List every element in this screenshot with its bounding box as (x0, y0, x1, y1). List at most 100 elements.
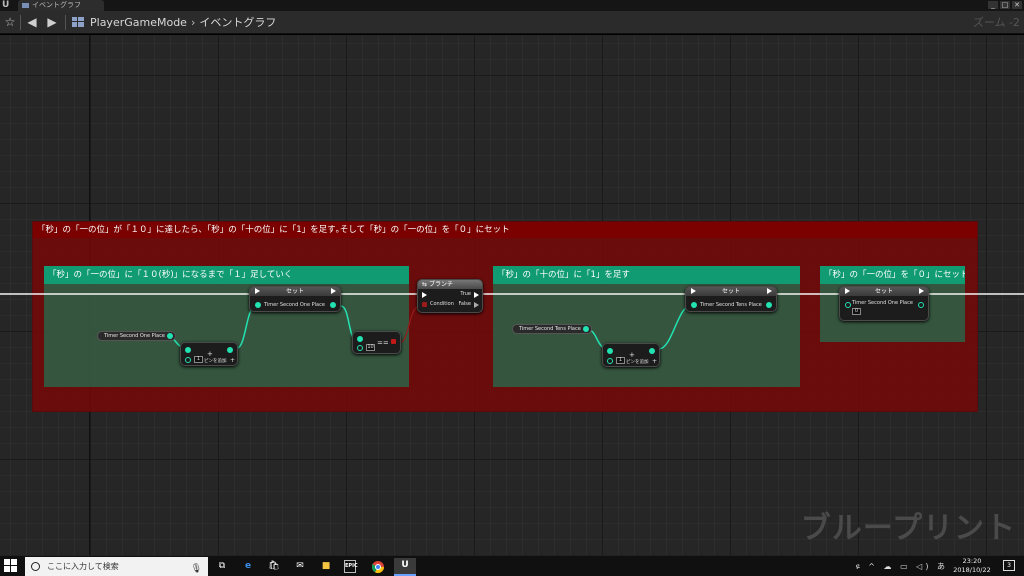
add-pin-label[interactable]: ピンを追加 (204, 358, 227, 364)
set-node-reset-one-place[interactable]: セット Timer Second One Place 0 (839, 286, 929, 321)
clock-date: 2018/10/22 (953, 566, 991, 574)
set-node-second-one-place[interactable]: セット Timer Second One Place (249, 286, 341, 312)
breadcrumb-current[interactable]: イベントグラフ (199, 16, 276, 29)
add-value-box[interactable]: 1 (194, 356, 203, 363)
false-pin-label: False (458, 301, 471, 307)
condition-pin[interactable] (422, 302, 427, 307)
clock-time: 23:20 (962, 557, 982, 565)
exec-out-pin[interactable] (331, 288, 336, 294)
exec-in-pin[interactable] (422, 292, 427, 298)
bool-output-pin[interactable] (391, 339, 396, 344)
add-plus-icon: + (207, 350, 213, 358)
equal-operator-label: == (377, 339, 389, 347)
blueprint-watermark: ブループリント (800, 511, 1016, 546)
comment-title: 「秒」の「一の位」を「０」にセット (820, 266, 965, 284)
system-tray-icons[interactable]: ዩ ^ ☁ ▭ ◁) あ (856, 559, 948, 574)
input-pin-a[interactable] (607, 348, 613, 354)
taskbar-search-box[interactable]: ここに入力して検索 🎙 (25, 557, 208, 576)
set-value-box[interactable]: 0 (852, 308, 861, 315)
task-view-icon[interactable]: ⧉ (214, 559, 230, 574)
unreal-logo-icon: U (2, 0, 10, 10)
output-pin[interactable] (227, 347, 233, 353)
comment-title: 「秒」の「十の位」に「1」を足す (493, 266, 800, 284)
input-pin-b[interactable] (185, 357, 191, 363)
variable-label: Timer Second Tens Place (519, 326, 581, 332)
output-pin[interactable] (766, 302, 772, 308)
add-value-box[interactable]: 1 (616, 357, 625, 364)
epic-games-icon[interactable]: EPIC (344, 560, 358, 573)
input-pin-a[interactable] (185, 347, 191, 353)
comment-box-increment[interactable]: 「秒」の「一の位」に「１０(秒)」になるまで「１」足していく (44, 266, 409, 387)
exec-in-pin[interactable] (255, 288, 260, 294)
notification-center-icon[interactable]: 3 (1003, 560, 1015, 571)
add-pin-plus-icon[interactable]: + (230, 357, 235, 364)
true-exec-pin[interactable] (474, 292, 479, 298)
cortana-circle-icon (31, 562, 40, 571)
forward-arrow-icon[interactable]: ▶ (44, 14, 60, 31)
edge-browser-icon[interactable]: e (240, 559, 256, 574)
get-node-second-one-place[interactable]: Timer Second One Place (97, 331, 176, 341)
output-pin[interactable] (166, 333, 173, 339)
input-pin-a[interactable] (357, 336, 363, 342)
exec-out-pin[interactable] (919, 288, 924, 294)
set-node-second-tens-place[interactable]: セット Timer Second Tens Place (685, 286, 777, 312)
windows-taskbar: ここに入力して検索 🎙 ⧉ e 🛍 ✉ ■ EPIC U ዩ ^ ☁ ▭ ◁) … (0, 555, 1024, 576)
set-variable-label: Timer Second One Place (264, 302, 325, 308)
back-arrow-icon[interactable]: ◀ (24, 14, 40, 31)
condition-pin-label: Condition (430, 301, 454, 307)
file-explorer-folder-icon[interactable]: ■ (318, 559, 334, 574)
input-pin[interactable] (691, 302, 697, 308)
exec-in-pin[interactable] (845, 288, 850, 294)
node-title: セット (840, 287, 928, 296)
add-node-1[interactable]: 1 + ピンを追加 + (180, 342, 238, 366)
compare-value-box[interactable]: 10 (366, 344, 375, 351)
set-variable-label: Timer Second Tens Place (700, 302, 762, 308)
add-node-2[interactable]: 1 + ピンを追加 + (602, 343, 660, 367)
branch-node[interactable]: ⇆ ブランチ True Condition False (417, 279, 483, 313)
maximize-button[interactable]: □ (1000, 1, 1010, 9)
search-placeholder: ここに入力して検索 (47, 562, 119, 571)
close-button[interactable]: ✕ (1012, 1, 1022, 9)
input-pin[interactable] (845, 302, 851, 308)
tab-label: イベントグラフ (32, 1, 81, 9)
taskbar-clock[interactable]: 23:20 2018/10/22 (950, 557, 994, 575)
add-pin-label[interactable]: ピンを追加 (626, 359, 649, 365)
get-node-second-tens-place[interactable]: Timer Second Tens Place (512, 324, 592, 334)
tab-event-graph[interactable]: イベントグラフ (18, 0, 104, 11)
input-pin[interactable] (255, 302, 261, 308)
favorite-star-icon[interactable]: ☆ (2, 14, 18, 31)
breadcrumb: PlayerGameMode › イベントグラフ (90, 15, 276, 30)
blueprint-graph-icon (72, 17, 84, 27)
false-exec-pin[interactable] (474, 302, 479, 308)
microphone-icon[interactable]: 🎙 (191, 560, 202, 576)
set-variable-label: Timer Second One Place (852, 300, 913, 306)
chevron-right-icon: › (190, 16, 196, 29)
comment-title: 「秒」の「一の位」に「１０(秒)」になるまで「１」足していく (44, 266, 409, 284)
input-pin-b[interactable] (357, 345, 363, 351)
output-pin[interactable] (330, 302, 336, 308)
start-windows-icon[interactable] (4, 559, 18, 573)
chrome-browser-icon[interactable] (370, 559, 386, 574)
add-plus-icon: + (629, 351, 635, 359)
graph-canvas[interactable]: 「秒」の「一の位」が「１０」に達したら､「秒」の「十の位」に「1」を足す｡そして… (0, 35, 1024, 555)
breadcrumb-root[interactable]: PlayerGameMode (90, 16, 187, 29)
toolbar-separator (20, 15, 21, 30)
mail-envelope-icon[interactable]: ✉ (292, 559, 308, 574)
graph-toolbar: ☆ ◀ ▶ PlayerGameMode › イベントグラフ ズーム -2 (0, 11, 1024, 34)
title-bar: U イベントグラフ _ □ ✕ (0, 0, 1024, 11)
unreal-engine-taskbar-icon[interactable]: U (394, 558, 416, 576)
exec-out-pin[interactable] (767, 288, 772, 294)
store-bag-icon[interactable]: 🛍 (266, 559, 282, 574)
equal-node[interactable]: 10 == (352, 331, 401, 354)
branch-title-label: ブランチ (428, 281, 453, 288)
exec-in-pin[interactable] (691, 288, 696, 294)
output-pin[interactable] (649, 348, 655, 354)
add-pin-plus-icon[interactable]: + (652, 358, 657, 365)
minimize-button[interactable]: _ (988, 1, 998, 9)
input-pin-b[interactable] (607, 358, 613, 364)
output-pin[interactable] (582, 326, 589, 332)
branch-icon: ⇆ (422, 281, 429, 288)
toolbar-separator (65, 15, 66, 30)
output-pin[interactable] (918, 302, 924, 308)
graph-tab-icon (22, 3, 29, 8)
